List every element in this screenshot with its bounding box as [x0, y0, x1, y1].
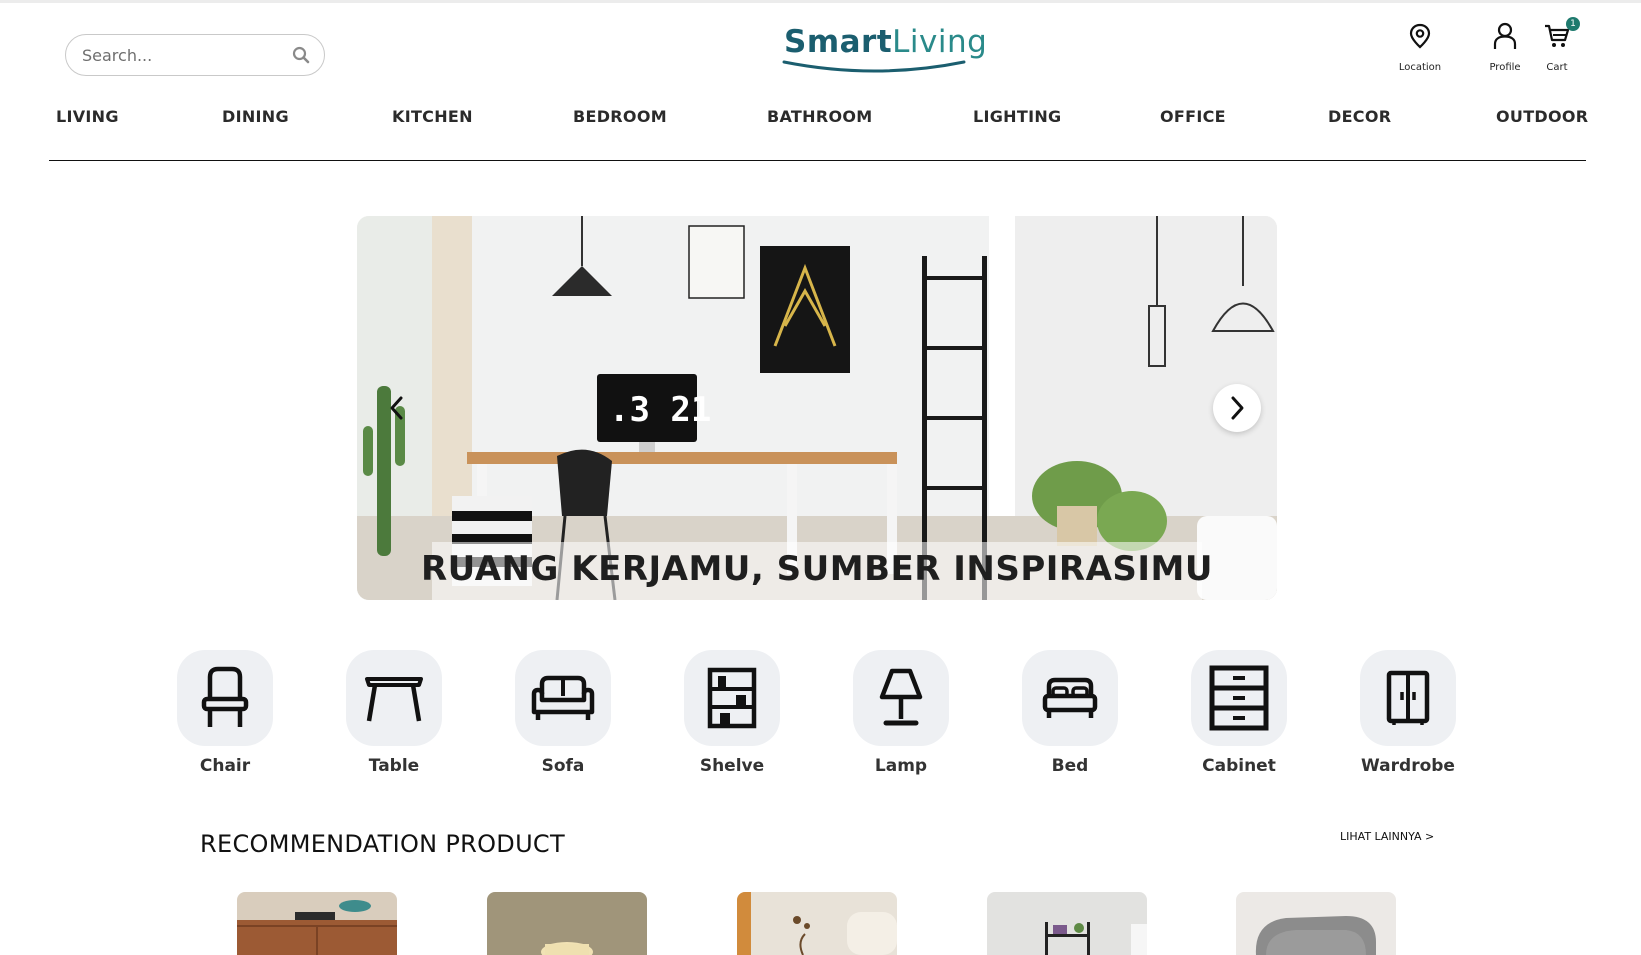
category-label: Bed [1051, 756, 1089, 776]
category-label: Shelve [699, 756, 765, 776]
category-tile [1022, 650, 1118, 746]
nav-item-kitchen[interactable]: KITCHEN [392, 107, 473, 126]
monitor-clock-text: .3 21 [609, 390, 711, 430]
product-image [1236, 892, 1396, 955]
cabinet-icon [1209, 665, 1269, 731]
location-button[interactable]: Location [1390, 20, 1450, 73]
product-image [237, 892, 397, 955]
profile-label: Profile [1489, 62, 1521, 73]
nav-item-bathroom[interactable]: BATHROOM [767, 107, 873, 126]
hero-caption: RUANG KERJAMU, SUMBER INSPIRASIMU [421, 549, 1213, 589]
logo-swoosh [782, 60, 966, 73]
category-table[interactable]: Table [344, 650, 444, 776]
search-icon[interactable] [292, 46, 310, 64]
recommendation-title: RECOMMENDATION PRODUCT [200, 830, 565, 858]
nav-item-office[interactable]: OFFICE [1160, 107, 1226, 126]
category-tile [515, 650, 611, 746]
category-label: Chair [199, 756, 251, 776]
chair-icon [201, 666, 249, 727]
search-box[interactable] [65, 34, 325, 76]
profile-button[interactable]: Profile [1475, 20, 1535, 73]
sofa-icon [531, 675, 595, 720]
category-sofa[interactable]: Sofa [513, 650, 613, 776]
category-nav: LIVING DINING KITCHEN BEDROOM BATHROOM L… [49, 103, 1588, 161]
category-shelve[interactable]: Shelve [682, 650, 782, 776]
category-label: Table [368, 756, 420, 776]
category-tile [684, 650, 780, 746]
chevron-right-icon [1231, 396, 1244, 420]
nav-item-bedroom[interactable]: BEDROOM [573, 107, 667, 126]
category-chair[interactable]: Chair [175, 650, 275, 776]
nav-item-outdoor[interactable]: OUTDOOR [1496, 107, 1588, 126]
wardrobe-icon [1386, 670, 1430, 725]
category-lamp[interactable]: Lamp [851, 650, 951, 776]
category-cabinet[interactable]: Cabinet [1189, 650, 1289, 776]
nav-item-lighting[interactable]: LIGHTING [973, 107, 1061, 126]
nav-item-living[interactable]: LIVING [56, 107, 119, 126]
bed-icon [1042, 677, 1098, 718]
product-image [487, 892, 647, 955]
carousel-prev-button[interactable] [373, 384, 421, 432]
table-icon [365, 677, 423, 722]
carousel-next-button[interactable] [1213, 384, 1261, 432]
category-label: Cabinet [1202, 756, 1276, 776]
category-tile [346, 650, 442, 746]
product-card[interactable] [737, 892, 897, 955]
category-wardrobe[interactable]: Wardrobe [1358, 650, 1458, 776]
lamp-icon [879, 668, 923, 726]
category-label: Lamp [874, 756, 928, 776]
category-tile [177, 650, 273, 746]
logo[interactable]: SmartLiving [780, 22, 987, 80]
category-label: Wardrobe [1361, 756, 1455, 776]
shelve-icon [707, 667, 757, 729]
product-image [987, 892, 1147, 955]
hero-carousel[interactable]: .3 21 RUANG KERJAMU, SUMBER INSPIRASIMU [357, 216, 1277, 600]
category-tile [853, 650, 949, 746]
category-label: Sofa [541, 756, 585, 776]
product-card[interactable] [237, 892, 397, 955]
location-pin-icon [1409, 20, 1431, 52]
chevron-left-icon [390, 396, 403, 420]
category-bed[interactable]: Bed [1020, 650, 1120, 776]
category-tile [1360, 650, 1456, 746]
logo-wordmark: SmartLiving [784, 24, 988, 60]
cart-label: Cart [1546, 62, 1568, 73]
product-image [737, 892, 897, 955]
cart-button[interactable]: 1 Cart [1527, 17, 1587, 73]
top-border [0, 0, 1641, 3]
location-label: Location [1398, 62, 1442, 73]
search-input[interactable] [82, 45, 292, 65]
cart-count-badge: 1 [1566, 17, 1580, 31]
product-card[interactable] [1236, 892, 1396, 955]
product-card[interactable] [987, 892, 1147, 955]
category-tile [1191, 650, 1287, 746]
cart-icon: 1 [1544, 17, 1580, 52]
user-icon [1493, 20, 1517, 52]
see-more-link[interactable]: LIHAT LAINNYA > [1340, 830, 1434, 843]
nav-item-dining[interactable]: DINING [222, 107, 289, 126]
nav-item-decor[interactable]: DECOR [1328, 107, 1391, 126]
product-card[interactable] [487, 892, 647, 955]
